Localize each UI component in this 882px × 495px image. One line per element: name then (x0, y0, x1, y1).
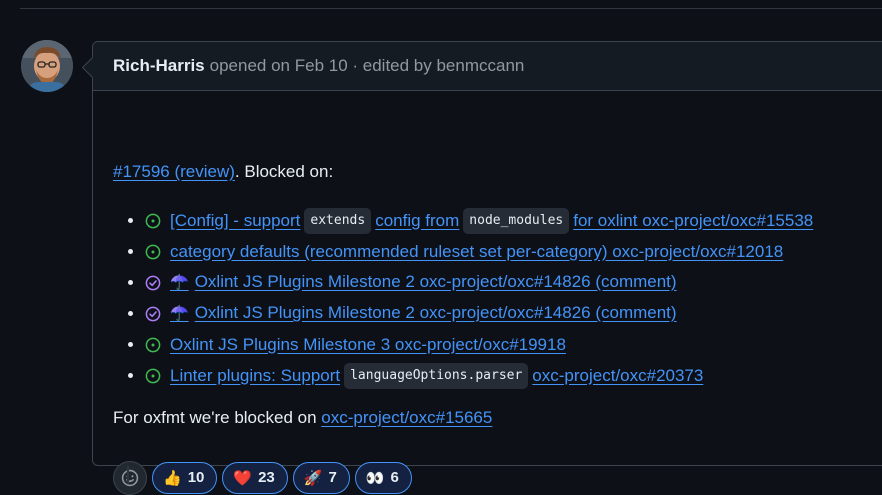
issue-link-15538-part3[interactable]: for oxlint oxc-project/oxc#15538 (573, 210, 813, 232)
bullet (128, 373, 133, 378)
issue-link-15538-part1[interactable]: [Config] - support (170, 210, 300, 232)
list-item: ☂️ Oxlint JS Plugins Milestone 2 oxc-proj… (113, 267, 882, 298)
issue-open-icon (145, 337, 161, 352)
list-item: category defaults (recommended ruleset s… (113, 236, 882, 267)
issue-link-14826-a[interactable]: ☂️ Oxlint JS Plugins Milestone 2 oxc-proj… (170, 271, 677, 294)
timeline-connector (127, 466, 129, 484)
issue-open-icon (145, 213, 161, 228)
issue-comment: Rich-Harris opened on Feb 10 · edited by… (92, 41, 882, 495)
list-item: ☂️ Oxlint JS Plugins Milestone 2 oxc-proj… (113, 298, 882, 329)
issue-link-19918[interactable]: Oxlint JS Plugins Milestone 3 oxc-projec… (170, 334, 566, 356)
issue-link-14826-b[interactable]: ☂️ Oxlint JS Plugins Milestone 2 oxc-proj… (170, 302, 677, 325)
outro-text: For oxfmt we're blocked on (113, 408, 317, 427)
author-link[interactable]: Rich-Harris (113, 56, 205, 76)
reaction-rocket[interactable]: 🚀 7 (292, 462, 350, 494)
blockers-list: [Config] - support extends config from n… (113, 205, 882, 391)
add-reaction-button[interactable] (113, 461, 147, 495)
intro-text: . Blocked on: (234, 162, 334, 181)
list-item: Linter plugins: Support languageOptions.… (113, 360, 882, 391)
issue-link-15665[interactable]: oxc-project/oxc#15665 (321, 408, 492, 427)
intro-paragraph: #17596 (review). Blocked on: (113, 161, 333, 183)
code-extends: extends (304, 207, 372, 234)
thumbs-up-icon: 👍 (163, 469, 182, 487)
bullet (128, 311, 133, 316)
reaction-count: 10 (187, 469, 205, 486)
issue-link-12018[interactable]: category defaults (recommended ruleset s… (170, 241, 783, 263)
bullet (128, 218, 133, 223)
bullet (128, 342, 133, 347)
issue-open-icon (145, 244, 161, 259)
list-item: Oxlint JS Plugins Milestone 3 oxc-projec… (113, 329, 882, 360)
issue-link-20373-part1[interactable]: Linter plugins: Support (170, 365, 340, 387)
issue-link-20373-part2[interactable]: oxc-project/oxc#20373 (532, 365, 703, 387)
bullet (128, 280, 133, 285)
reaction-count: 23 (258, 469, 275, 486)
comment-header: Rich-Harris opened on Feb 10 · edited by… (93, 42, 882, 91)
issue-open-icon (145, 368, 161, 383)
issue-completed-icon (145, 306, 161, 321)
avatar-image (21, 40, 73, 92)
rocket-icon: 🚀 (303, 469, 323, 487)
umbrella-icon: ☂️ (170, 305, 189, 322)
reaction-count: 6 (390, 469, 399, 486)
issue-completed-icon (145, 275, 161, 290)
issue-link-15538-part2[interactable]: config from (375, 210, 459, 232)
reaction-count: 7 (328, 469, 337, 486)
code-language-options-parser: languageOptions.parser (344, 362, 529, 389)
reactions-bar: 👍 10 ❤️ 23 🚀 7 👀 6 (113, 461, 412, 495)
outro-paragraph: For oxfmt we're blocked on oxc-project/o… (113, 407, 492, 429)
eyes-icon: 👀 (365, 469, 385, 487)
heart-icon: ❤️ (233, 469, 253, 487)
list-item: [Config] - support extends config from n… (113, 205, 882, 236)
bullet (128, 249, 133, 254)
smiley-icon (121, 469, 139, 487)
review-link[interactable]: #17596 (review) (113, 162, 235, 181)
comment-meta: opened on Feb 10 · edited by benmccann (209, 56, 525, 75)
timeline-divider (20, 8, 882, 9)
reaction-thumbs-up[interactable]: 👍 10 (152, 462, 218, 494)
reaction-heart[interactable]: ❤️ 23 (222, 462, 288, 494)
umbrella-icon: ☂️ (170, 274, 189, 291)
author-avatar[interactable] (21, 40, 73, 92)
code-node-modules: node_modules (463, 207, 570, 234)
reaction-eyes[interactable]: 👀 6 (354, 462, 412, 494)
